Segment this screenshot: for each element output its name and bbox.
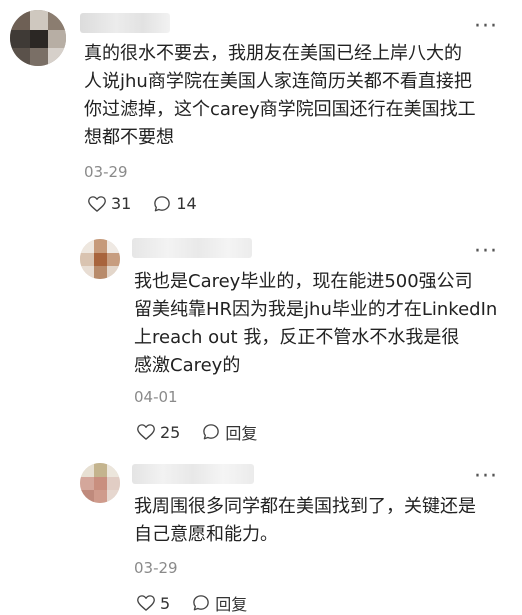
more-options-icon[interactable]: ··· bbox=[474, 466, 498, 488]
comment-text: 真的很水不要去，我朋友在美国已经上岸八大的 人说jhu商学院在美国人家连简历关都… bbox=[84, 40, 476, 152]
reply-label: 回复 bbox=[225, 424, 258, 443]
heart-outline-icon bbox=[88, 195, 106, 212]
reply-button[interactable]: 回复 bbox=[202, 420, 257, 444]
comment-date: 03-29 bbox=[134, 559, 178, 577]
heart-outline-icon bbox=[137, 595, 155, 611]
like-button[interactable]: 31 bbox=[88, 194, 131, 213]
speech-bubble-icon bbox=[203, 424, 220, 440]
comment-text-line: 上reach out 我，反正不管水不水我是很 bbox=[134, 327, 460, 348]
heart-outline-icon bbox=[137, 424, 155, 440]
like-count: 5 bbox=[160, 593, 171, 613]
comment-text-line: 感激Carey的 bbox=[134, 355, 241, 376]
username-redacted[interactable] bbox=[132, 464, 254, 484]
comment-text-line: 人说jhu商学院在美国人家连简历关都不看直接把 bbox=[84, 71, 472, 92]
comment-text-line: 你过滤掉，这个carey商学院回国还行在美国找工 bbox=[84, 99, 476, 120]
comment-actions: 5 回复 bbox=[137, 591, 247, 615]
speech-bubble-icon bbox=[193, 595, 209, 611]
comment-date: 03-29 bbox=[84, 163, 128, 181]
like-count: 25 bbox=[160, 422, 181, 442]
speech-bubble-icon bbox=[154, 195, 171, 211]
comment-2: ··· 我也是Carey毕业的，现在能进500强公司 留美纯靠HR因为我是jhu… bbox=[0, 225, 522, 455]
comment-actions: 31 14 bbox=[88, 194, 197, 213]
username-redacted[interactable] bbox=[80, 13, 170, 33]
like-button[interactable]: 5 bbox=[137, 594, 170, 613]
comment-1: ··· 真的很水不要去，我朋友在美国已经上岸八大的 人说jhu商学院在美国人家连… bbox=[0, 0, 522, 225]
comment-actions: 25 回复 bbox=[137, 420, 257, 444]
comment-text-line: 自己意愿和能力。 bbox=[134, 524, 278, 545]
reply-count: 14 bbox=[176, 194, 197, 213]
user-avatar[interactable] bbox=[10, 10, 66, 66]
comment-text-line: 我也是Carey毕业的，现在能进500强公司 bbox=[134, 271, 473, 292]
comment-text-line: 我周围很多同学都在美国找到了，关键还是 bbox=[134, 496, 476, 517]
comment-text-line: 想都不要想 bbox=[84, 127, 174, 148]
like-count: 31 bbox=[111, 194, 132, 213]
user-avatar[interactable] bbox=[80, 463, 120, 503]
comment-text: 我也是Carey毕业的，现在能进500强公司 留美纯靠HR因为我是jhu毕业的才… bbox=[134, 268, 497, 380]
more-options-icon[interactable]: ··· bbox=[474, 16, 498, 38]
more-options-icon[interactable]: ··· bbox=[474, 241, 498, 263]
like-button[interactable]: 25 bbox=[137, 423, 180, 442]
comment-text-line: 真的很水不要去，我朋友在美国已经上岸八大的 bbox=[84, 43, 462, 64]
user-avatar[interactable] bbox=[80, 239, 120, 279]
comment-3: ··· 我周围很多同学都在美国找到了，关键还是 自己意愿和能力。 03-29 5… bbox=[0, 455, 522, 614]
reply-button[interactable]: 14 bbox=[153, 194, 197, 213]
username-redacted[interactable] bbox=[132, 238, 252, 258]
comment-text: 我周围很多同学都在美国找到了，关键还是 自己意愿和能力。 bbox=[134, 493, 476, 549]
comment-text-line: 留美纯靠HR因为我是jhu毕业的才在LinkedIn bbox=[134, 299, 498, 320]
comment-date: 04-01 bbox=[134, 388, 178, 406]
reply-label: 回复 bbox=[215, 595, 248, 614]
reply-button[interactable]: 回复 bbox=[192, 591, 247, 615]
